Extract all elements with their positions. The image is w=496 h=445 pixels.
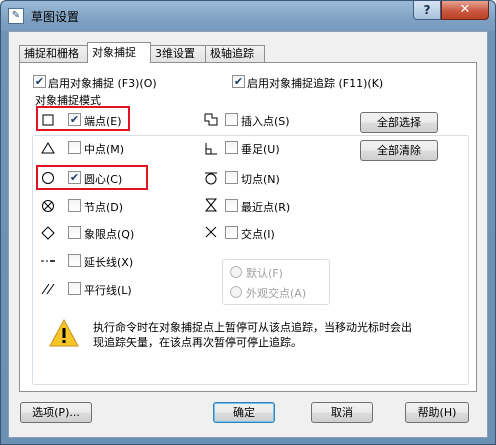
mode-quadrant-checkbox[interactable] <box>68 226 81 239</box>
perpendicular-icon <box>205 143 217 155</box>
dialog-client: 捕捉和栅格 对象捕捉 3维设置 极轴追踪 ✔ 启用对象捕捉 (F3)(O) ✔ … <box>8 31 488 438</box>
mode-nearest-label: 最近点(R) <box>241 201 291 214</box>
warning-icon <box>49 318 79 347</box>
tab-3d-settings[interactable]: 3维设置 <box>150 45 206 62</box>
mode-intersection-checkbox[interactable] <box>225 226 238 239</box>
close-icon[interactable]: ✕ <box>441 1 489 20</box>
mode-parallel-label: 平行线(L) <box>84 284 132 297</box>
highlight-endpoint <box>36 106 130 131</box>
mode-midpoint-label: 中点(M) <box>84 143 125 156</box>
diamond-icon <box>41 226 55 240</box>
tangent-icon <box>205 172 217 185</box>
extension-icon <box>41 260 55 262</box>
app-icon: ✎ <box>8 8 24 24</box>
otrack-on-label: 启用对象捕捉追踪 (F11)(K) <box>247 77 384 90</box>
node-icon <box>42 200 54 212</box>
radio-default-label: 默认(F) <box>246 267 283 280</box>
mode-quadrant-label: 象限点(Q) <box>84 228 135 241</box>
mode-midpoint-checkbox[interactable] <box>68 141 81 154</box>
mode-node-checkbox[interactable] <box>68 199 81 212</box>
mode-extension-checkbox[interactable] <box>68 254 81 267</box>
tab-snap-grid[interactable]: 捕捉和栅格 <box>19 45 89 62</box>
hint-line-2: 现追踪矢量，在该点再次暂停可停止追踪。 <box>93 336 302 349</box>
dialog-window: ✎ 草图设置 ? ✕ 捕捉和栅格 对象捕捉 3维设置 极轴追踪 ✔ 启用对象捕捉… <box>0 0 496 445</box>
mode-tangent-label: 切点(N) <box>241 173 280 186</box>
parallel-icon <box>41 283 55 295</box>
mode-node-label: 节点(D) <box>84 201 124 214</box>
clear-all-button[interactable]: 全部清除 <box>360 140 438 161</box>
nearest-icon <box>204 198 218 212</box>
window-title: 草图设置 <box>31 10 80 24</box>
intersection-icon <box>205 226 217 238</box>
help-button[interactable]: 帮助(H) <box>405 402 469 423</box>
mode-intersection-label: 交点(I) <box>241 228 275 241</box>
tab-object-snap[interactable]: 对象捕捉 <box>87 42 151 63</box>
highlight-center <box>36 165 148 190</box>
osnap-on-checkbox[interactable]: ✔ <box>33 75 46 88</box>
title-bar[interactable]: ✎ 草图设置 ? ✕ <box>1 1 495 31</box>
help-icon[interactable]: ? <box>413 1 441 20</box>
ok-button[interactable]: 确定 <box>213 402 275 423</box>
mode-perpendicular-label: 垂足(U) <box>241 143 280 156</box>
osnap-on-label: 启用对象捕捉 (F3)(O) <box>48 77 157 90</box>
select-all-button[interactable]: 全部选择 <box>360 112 438 133</box>
object-snap-panel: ✔ 启用对象捕捉 (F3)(O) ✔ 启用对象捕捉追踪 (F11)(K) 对象捕… <box>19 62 477 392</box>
mode-nearest-checkbox[interactable] <box>225 199 238 212</box>
cancel-button[interactable]: 取消 <box>311 402 373 423</box>
mode-insert-checkbox[interactable] <box>225 113 238 126</box>
mode-tangent-checkbox[interactable] <box>225 171 238 184</box>
mode-perpendicular-checkbox[interactable] <box>225 141 238 154</box>
radio-default[interactable] <box>230 266 242 278</box>
mode-insert-label: 插入点(S) <box>241 115 290 128</box>
triangle-icon <box>41 142 55 154</box>
options-button[interactable]: 选项(P)... <box>20 402 92 423</box>
insert-icon <box>204 113 218 126</box>
otrack-on-checkbox[interactable]: ✔ <box>232 75 245 88</box>
hint-line-1: 执行命令时在对象捕捉点上暂停可从该点追踪，当移动光标时会出 <box>93 321 412 334</box>
radio-apparent-intersection-label: 外观交点(A) <box>246 287 307 300</box>
mode-extension-label: 延长线(X) <box>84 256 134 269</box>
mode-parallel-checkbox[interactable] <box>68 282 81 295</box>
radio-apparent-intersection[interactable] <box>230 286 242 298</box>
tab-polar-tracking[interactable]: 极轴追踪 <box>205 45 265 62</box>
